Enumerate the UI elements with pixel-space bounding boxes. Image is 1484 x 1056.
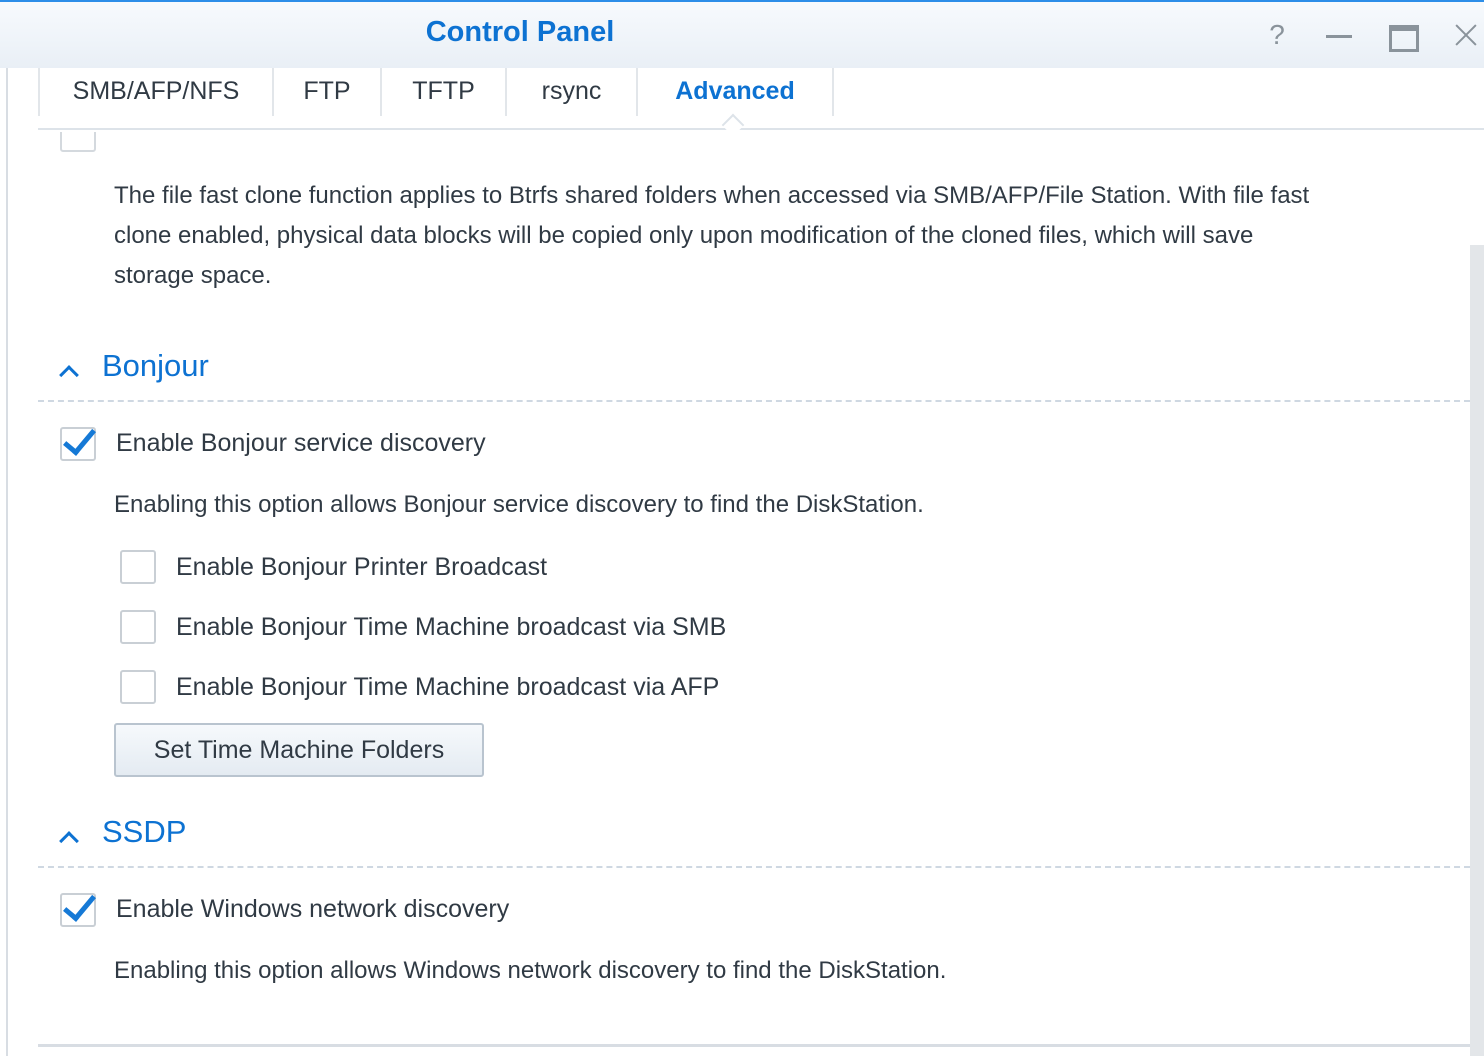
tab-advanced[interactable]: Advanced xyxy=(638,68,834,116)
ssdp-description: Enabling this option allows Windows netw… xyxy=(114,957,947,984)
fast-clone-description-line: clone enabled, physical data blocks will… xyxy=(114,222,1254,249)
chevron-up-icon[interactable] xyxy=(59,831,79,851)
bonjour-description: Enabling this option allows Bonjour serv… xyxy=(114,491,924,518)
fast-clone-checkbox[interactable] xyxy=(60,132,96,152)
tab-rsync[interactable]: rsync xyxy=(507,68,638,116)
bonjour-time-machine-afp-checkbox[interactable] xyxy=(120,670,156,704)
bonjour-time-machine-smb-label[interactable]: Enable Bonjour Time Machine broadcast vi… xyxy=(176,610,726,644)
enable-windows-discovery-checkbox[interactable] xyxy=(60,893,96,927)
title-bar[interactable]: Control Panel ? xyxy=(0,0,1484,68)
bonjour-time-machine-smb-checkbox[interactable] xyxy=(120,610,156,644)
enable-bonjour-checkbox[interactable] xyxy=(60,427,96,461)
tab-tftp[interactable]: TFTP xyxy=(382,68,507,116)
minimize-icon[interactable] xyxy=(1326,20,1356,50)
bonjour-section-header: Bonjour xyxy=(38,338,1470,402)
chevron-up-icon[interactable] xyxy=(59,365,79,385)
control-panel-window: Control Panel ? SMB/AFP/NFS FTP TFTP rsy… xyxy=(0,0,1484,1056)
tab-bar: SMB/AFP/NFS FTP TFTP rsync Advanced xyxy=(38,68,1484,137)
maximize-icon[interactable] xyxy=(1389,20,1419,52)
tab-smb-afp-nfs[interactable]: SMB/AFP/NFS xyxy=(40,68,274,116)
tab-ftp[interactable]: FTP xyxy=(274,68,382,116)
fast-clone-description-line: storage space. xyxy=(114,262,272,289)
set-time-machine-folders-button[interactable]: Set Time Machine Folders xyxy=(114,723,484,777)
vertical-scrollbar[interactable] xyxy=(1470,245,1484,1056)
bonjour-printer-broadcast-label[interactable]: Enable Bonjour Printer Broadcast xyxy=(176,550,547,584)
bonjour-section-title: Bonjour xyxy=(102,348,209,383)
window-title: Control Panel xyxy=(425,16,615,48)
ssdp-section-title: SSDP xyxy=(102,814,187,849)
close-icon[interactable] xyxy=(1452,20,1482,50)
fast-clone-description-line: The file fast clone function applies to … xyxy=(114,182,1310,209)
help-icon[interactable]: ? xyxy=(1262,20,1292,50)
bonjour-time-machine-afp-label[interactable]: Enable Bonjour Time Machine broadcast vi… xyxy=(176,670,719,704)
settings-content[interactable]: The file fast clone function applies to … xyxy=(0,132,1470,1056)
bonjour-printer-broadcast-checkbox[interactable] xyxy=(120,550,156,584)
ssdp-section-header: SSDP xyxy=(38,804,1470,868)
footer-divider xyxy=(38,1044,1470,1047)
enable-bonjour-label[interactable]: Enable Bonjour service discovery xyxy=(116,426,486,460)
enable-windows-discovery-label[interactable]: Enable Windows network discovery xyxy=(116,892,509,926)
